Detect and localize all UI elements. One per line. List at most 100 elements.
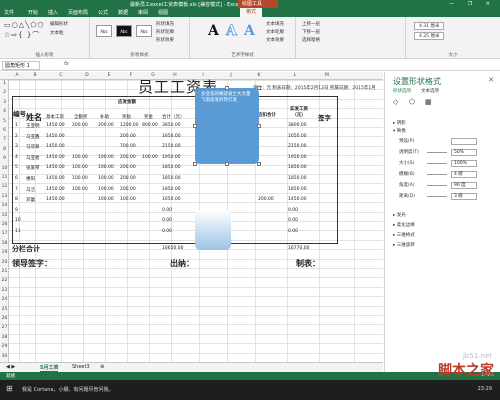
actual-pay-cell[interactable]: 0.00 <box>288 208 298 213</box>
resize-handle[interactable] <box>193 124 197 128</box>
salary-cell[interactable]: 200.00 <box>98 123 114 128</box>
tab-page-layout[interactable]: 页面布局 <box>68 9 88 16</box>
salary-cell[interactable]: 100.00 <box>142 155 158 160</box>
row-header[interactable]: 15 <box>0 213 9 218</box>
property-slider[interactable] <box>427 185 447 186</box>
salary-cell[interactable]: 100.00 <box>72 165 88 170</box>
salary-cell[interactable]: 0.00 <box>162 208 172 213</box>
actual-pay-cell[interactable]: 1850.00 <box>288 187 307 192</box>
employee-number[interactable]: 5 <box>15 165 18 170</box>
column-header[interactable]: F <box>126 73 136 78</box>
salary-cell[interactable]: 1450.00 <box>46 176 65 181</box>
salary-cell[interactable]: 100.00 <box>98 176 114 181</box>
actual-pay-cell[interactable]: 1650.00 <box>288 134 307 139</box>
resize-handle[interactable] <box>257 86 261 90</box>
shapes-gallery[interactable]: ▭○△╲⬠⬡ <box>4 21 45 29</box>
employee-number[interactable]: 3 <box>15 144 18 149</box>
column-header[interactable]: K <box>254 73 264 78</box>
salary-cell[interactable]: 100.00 <box>98 165 114 170</box>
salary-cell[interactable]: 100.00 <box>72 176 88 181</box>
employee-name[interactable]: 张爱琴 <box>26 165 40 171</box>
row-header[interactable]: 24 <box>0 297 9 302</box>
employee-number[interactable]: 9 <box>15 208 18 213</box>
row-header[interactable]: 5 <box>0 119 9 124</box>
employee-number[interactable]: 7 <box>15 187 18 192</box>
row-header[interactable]: 30 <box>0 354 9 359</box>
close-icon[interactable]: ✕ <box>488 76 494 84</box>
send-backward-button[interactable]: 下移一层 <box>302 29 320 35</box>
employee-name[interactable]: 马亚鑫 <box>26 134 40 140</box>
text-fill-button[interactable]: 文本填充 <box>266 21 284 27</box>
section-3d-rotation[interactable]: ▸ 三维旋转 <box>393 242 415 248</box>
salary-cell[interactable]: 1450.00 <box>46 187 65 192</box>
resize-handle[interactable] <box>225 162 229 166</box>
salary-cell[interactable]: 0.00 <box>162 229 172 234</box>
shape-effects-button[interactable]: 形状效果 <box>156 37 174 43</box>
actual-pay-cell[interactable]: 1450.00 <box>288 197 307 202</box>
column-header[interactable]: D <box>82 73 92 78</box>
row-header[interactable]: 23 <box>0 288 9 293</box>
row-header[interactable]: 25 <box>0 307 9 312</box>
employee-name[interactable]: 惠阳 <box>26 176 35 182</box>
section-glow[interactable]: ▸ 发光 <box>393 212 406 218</box>
row-header[interactable]: 20 <box>0 260 9 265</box>
employee-name[interactable]: 马双翠 <box>26 144 40 150</box>
row-header[interactable]: 27 <box>0 325 9 330</box>
resize-handle[interactable] <box>193 86 197 90</box>
nav-arrows-icon[interactable]: ◀ ▶ <box>6 364 15 370</box>
property-slider[interactable] <box>427 174 447 175</box>
salary-cell[interactable]: 200.00 <box>120 134 136 139</box>
row-header[interactable]: 26 <box>0 316 9 321</box>
actual-pay-cell[interactable]: 0.00 <box>288 218 298 223</box>
employee-name[interactable]: 邓蕾 <box>26 197 35 203</box>
row-header[interactable]: 11 <box>0 175 9 180</box>
tab-view[interactable]: 视图 <box>158 9 168 16</box>
column-header[interactable]: M <box>322 73 332 78</box>
tab-text-options[interactable]: 文本选项 <box>421 88 439 94</box>
salary-cell[interactable]: 200.00 <box>120 155 136 160</box>
size-properties-icon[interactable]: ▦ <box>425 98 432 106</box>
employee-name[interactable]: 王亚明 <box>26 123 40 129</box>
row-header[interactable]: 2 <box>0 90 9 95</box>
row-header[interactable]: 28 <box>0 335 9 340</box>
style-swatch-black[interactable]: Abc <box>116 25 132 37</box>
employee-number[interactable]: 2 <box>15 134 18 139</box>
actual-pay-cell[interactable]: 0.00 <box>288 229 298 234</box>
salary-cell[interactable]: 1650.00 <box>162 197 181 202</box>
edit-shape-button[interactable]: 编辑形状 <box>50 21 68 27</box>
column-header[interactable]: E <box>104 73 114 78</box>
property-input[interactable]: 3 磅 <box>451 193 477 200</box>
salary-cell[interactable]: 200.00 <box>72 123 88 128</box>
shape-outline-button[interactable]: 形状轮廓 <box>156 29 174 35</box>
tab-shape-options[interactable]: 形状选项 <box>393 88 411 94</box>
salary-cell[interactable]: 1850.00 <box>162 165 181 170</box>
tab-format[interactable]: 格式 <box>240 8 263 17</box>
deduction-cell[interactable]: 200.00 <box>258 197 274 202</box>
employee-number[interactable]: 6 <box>15 176 18 181</box>
shape-text[interactable]: 多变宽的阁适发士大大量飞酒发发的赞打发 <box>201 92 251 103</box>
salary-cell[interactable]: 1450.00 <box>46 165 65 170</box>
employee-name[interactable]: 马洁 <box>26 187 35 193</box>
row-header[interactable]: 21 <box>0 269 9 274</box>
row-header[interactable]: 3 <box>0 100 9 105</box>
salary-cell[interactable]: 100.00 <box>72 155 88 160</box>
salary-cell[interactable]: 100.00 <box>72 187 88 192</box>
shape-fill-button[interactable]: 形状填充 <box>156 21 174 27</box>
actual-pay-cell[interactable]: 1950.00 <box>288 155 307 160</box>
tab-data[interactable]: 数据 <box>118 9 128 16</box>
cortana-search-box[interactable]: 我是 Cortana，小娜。有问题尽管问我。 <box>22 386 113 393</box>
row-header[interactable]: 12 <box>0 184 9 189</box>
column-header[interactable]: J <box>226 73 236 78</box>
rounded-rectangle-shape[interactable]: 多变宽的阁适发士大大量飞酒发发的赞打发 <box>195 88 259 164</box>
salary-cell[interactable]: 1650.00 <box>162 134 181 139</box>
column-header[interactable]: B <box>30 73 40 78</box>
row-header[interactable]: 7 <box>0 137 9 142</box>
row-header[interactable]: 6 <box>0 128 9 133</box>
salary-cell[interactable]: 1850.00 <box>162 176 181 181</box>
salary-cell[interactable]: 1450.00 <box>46 155 65 160</box>
property-input[interactable]: 50% <box>451 149 477 156</box>
row-header[interactable]: 1 <box>0 81 9 86</box>
salary-cell[interactable]: 700.00 <box>120 144 136 149</box>
add-sheet-icon[interactable]: ⊕ <box>100 364 104 370</box>
text-box-button[interactable]: 文本框 <box>50 30 64 36</box>
